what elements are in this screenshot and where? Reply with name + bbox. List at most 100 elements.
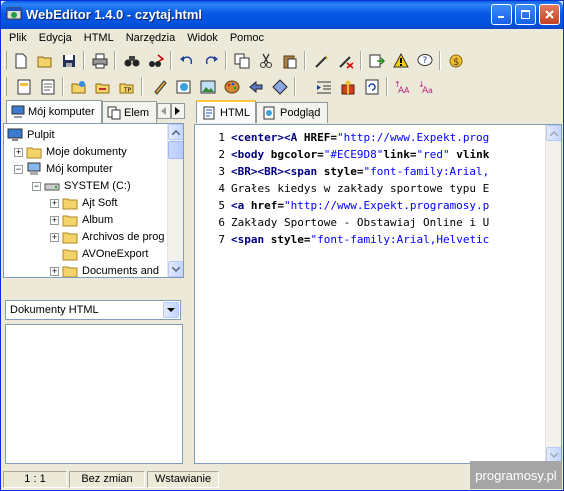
- collapse-toggle[interactable]: −: [14, 164, 23, 174]
- replace-button[interactable]: [145, 50, 166, 71]
- menu-widok[interactable]: Widok: [181, 30, 224, 47]
- tabs-scroll-right[interactable]: [171, 103, 185, 119]
- code-editor[interactable]: 1234567 <center><A HREF="http://www.Expe…: [194, 124, 562, 464]
- picture-icon: [200, 80, 215, 93]
- code-token-attr: style=: [270, 233, 311, 246]
- folder-icon: [62, 266, 78, 277]
- file-list[interactable]: [5, 324, 183, 464]
- tool-button-c[interactable]: [366, 50, 387, 71]
- indent-button[interactable]: [313, 76, 334, 97]
- uppercase-button[interactable]: ↑ A A: [391, 76, 412, 97]
- cut-button[interactable]: [255, 50, 276, 71]
- expand-toggle[interactable]: +: [50, 232, 59, 242]
- tree-item-desktop[interactable]: Pulpit: [7, 127, 55, 143]
- scroll-down-button[interactable]: [168, 261, 183, 277]
- tree-item-folder[interactable]: + Ajt Soft: [50, 195, 117, 211]
- toolbar-grip[interactable]: [4, 77, 7, 96]
- code-line[interactable]: <BR><BR><span style="font-family:Arial,: [231, 163, 544, 180]
- tabs-scroll-left[interactable]: [157, 103, 171, 119]
- tool-button-b[interactable]: [335, 50, 356, 71]
- file-type-select[interactable]: Dokumenty HTML: [5, 300, 181, 320]
- code-line[interactable]: Zakłady Sportowe - Obstawiaj Online i U: [231, 214, 544, 231]
- find-button[interactable]: [121, 50, 142, 71]
- code-token-tag: <body: [231, 148, 271, 161]
- folder-icon: [62, 249, 78, 261]
- expand-toggle[interactable]: +: [50, 215, 59, 225]
- expand-toggle[interactable]: +: [50, 266, 59, 276]
- title-bar[interactable]: WebEditor 1.4.0 - czytaj.html: [1, 1, 563, 29]
- tree-item-folder[interactable]: AVOneExport: [62, 246, 148, 262]
- maximize-button[interactable]: [515, 4, 536, 25]
- save-button[interactable]: [58, 50, 79, 71]
- new-file-button[interactable]: [10, 50, 31, 71]
- code-line[interactable]: <body bgcolor="#ECE9D8"link="red" vlink: [231, 146, 544, 163]
- code-line[interactable]: <span style="font-family:Arial,Helvetic: [231, 231, 544, 248]
- help-button[interactable]: ?: [414, 50, 435, 71]
- browser-button[interactable]: [173, 76, 194, 97]
- tab-preview[interactable]: Podgląd: [256, 102, 328, 123]
- insert-link-button[interactable]: [92, 76, 113, 97]
- code-line[interactable]: <a href="http://www.Expekt.programosy.p: [231, 197, 544, 214]
- tree-label: Moje dokumenty: [46, 146, 127, 158]
- tree-item-my-documents[interactable]: + Moje dokumenty: [14, 144, 127, 160]
- expand-toggle[interactable]: +: [14, 147, 23, 157]
- warning-button[interactable]: [390, 50, 411, 71]
- tree-item-my-computer[interactable]: − Mój komputer: [14, 161, 113, 177]
- lowercase-button[interactable]: ↓ Aa: [415, 76, 436, 97]
- minimize-button[interactable]: [491, 4, 512, 25]
- warning-icon: [392, 52, 409, 67]
- insert-table-button[interactable]: TP: [116, 76, 137, 97]
- tab-html[interactable]: HTML: [196, 100, 256, 123]
- code-line[interactable]: Grałes kiedys w zakłady sportowe typu E: [231, 180, 544, 197]
- panel-splitter[interactable]: [187, 101, 191, 466]
- elements-icon: [107, 106, 121, 119]
- redo-button[interactable]: [200, 50, 221, 71]
- menu-html[interactable]: HTML: [78, 30, 120, 47]
- menu-plik[interactable]: Plik: [3, 30, 33, 47]
- expand-toggle[interactable]: +: [50, 198, 59, 208]
- validate-button[interactable]: [149, 76, 170, 97]
- html-template-button[interactable]: [13, 76, 34, 97]
- folder-tree[interactable]: Pulpit + Moje dokumenty − Mój komputer −…: [3, 123, 184, 278]
- tab-elements[interactable]: Elem: [102, 101, 157, 123]
- open-file-button[interactable]: [34, 50, 55, 71]
- tool-button-d[interactable]: $: [445, 50, 466, 71]
- undo-button[interactable]: [176, 50, 197, 71]
- plugin-button[interactable]: [337, 76, 358, 97]
- file-type-value: Dokumenty HTML: [10, 304, 99, 316]
- paste-button[interactable]: [279, 50, 300, 71]
- image-button[interactable]: [197, 76, 218, 97]
- print-button[interactable]: [89, 50, 110, 71]
- menu-pomoc[interactable]: Pomoc: [224, 30, 270, 47]
- line-number: 6: [218, 216, 225, 229]
- close-button[interactable]: [539, 4, 560, 25]
- dropdown-button[interactable]: [163, 302, 179, 318]
- menu-narzedzia[interactable]: Narzędzia: [120, 30, 182, 47]
- html-doc-button[interactable]: [37, 76, 58, 97]
- scissors-icon: [259, 53, 272, 68]
- scroll-up-button[interactable]: [168, 124, 183, 140]
- collapse-toggle[interactable]: −: [32, 181, 41, 191]
- tree-scrollbar[interactable]: [167, 124, 183, 277]
- tree-item-folder[interactable]: + Archivos de prog: [50, 229, 165, 245]
- sound-button[interactable]: [245, 76, 266, 97]
- tree-item-system-drive[interactable]: − SYSTEM (C:): [32, 178, 131, 194]
- toolbar-grip[interactable]: [4, 51, 7, 70]
- save-icon: [62, 54, 75, 67]
- color-button[interactable]: [221, 76, 242, 97]
- refresh-button[interactable]: [361, 76, 382, 97]
- flash-button[interactable]: [269, 76, 290, 97]
- editor-scrollbar[interactable]: [545, 125, 561, 463]
- tree-item-folder[interactable]: + Album: [50, 212, 113, 228]
- refresh-doc-icon: [365, 79, 378, 94]
- tree-item-folder[interactable]: + Documents and: [50, 263, 159, 277]
- menu-edycja[interactable]: Edycja: [33, 30, 78, 47]
- scroll-up-button[interactable]: [546, 125, 561, 141]
- copy-button[interactable]: [231, 50, 252, 71]
- insert-image-button[interactable]: [68, 76, 89, 97]
- code-area[interactable]: <center><A HREF="http://www.Expekt.prog <…: [231, 129, 544, 248]
- tool-button-a[interactable]: [311, 50, 332, 71]
- scroll-thumb[interactable]: [168, 141, 183, 159]
- tab-my-computer[interactable]: Mój komputer: [6, 100, 102, 123]
- code-line[interactable]: <center><A HREF="http://www.Expekt.prog: [231, 129, 544, 146]
